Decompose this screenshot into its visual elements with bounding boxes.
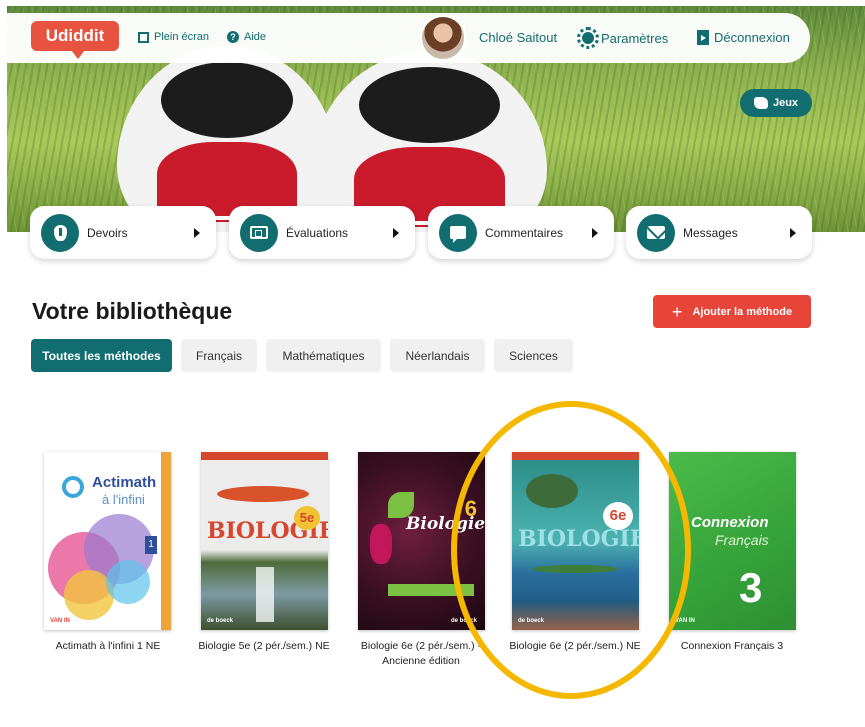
book-cover-biologie-6e-ne[interactable]: BIOLOGIE 6e de boeck [512,452,639,630]
book-cover-subtitle: à l'infini [102,492,145,507]
caret-right-icon [194,227,200,238]
book-cover-biologie-5e[interactable]: BIOLOGIE 5e de boeck [201,452,328,630]
book-title[interactable]: Biologie 6e (2 pér./sem.) NE [495,639,655,654]
tab-mathematiques[interactable]: Mathématiques [266,339,381,372]
book-cover-actimath[interactable]: Actimath à l'infini 1 VAN IN [44,452,171,630]
book-cover-subtitle: Français [715,532,769,548]
fullscreen-label: Plein écran [154,31,210,43]
nav-card-evaluations[interactable]: Évaluations [229,206,415,259]
book-title[interactable]: Actimath à l'infini 1 NE [28,639,188,654]
help-icon: ? [227,31,239,43]
help-label: Aide [244,31,267,43]
tab-neerlandais[interactable]: Néerlandais [390,339,485,372]
book-title[interactable]: Connexion Français 3 [652,639,812,654]
book-cover-number: 6 [464,496,477,521]
drop-icon [53,224,67,241]
tab-francais[interactable]: Français [181,339,257,372]
user-name[interactable]: Chloé Saitout [479,30,557,45]
user-avatar[interactable] [420,15,466,61]
settings-button[interactable]: Paramètres [577,27,669,49]
book-title[interactable]: Biologie 5e (2 pér./sem.) NE [184,639,344,654]
logout-icon [697,30,709,45]
puzzle-icon [753,97,768,109]
nav-card-label: Devoirs [87,225,128,240]
fullscreen-button[interactable]: Plein écran [138,31,209,43]
book-cover-title: BIOLOGIE [518,526,639,552]
book-cover-title: Connexion [691,514,769,531]
logout-button[interactable]: Déconnexion [697,30,790,45]
publisher-logo: de boeck [207,618,234,624]
board-icon [250,226,268,239]
udiddit-logo[interactable]: Udiddit [31,21,119,59]
tab-sciences[interactable]: Sciences [494,339,573,372]
add-method-button[interactable]: + Ajouter la méthode [653,295,811,328]
help-button[interactable]: ? Aide [227,31,266,43]
tab-all-methods[interactable]: Toutes les méthodes [31,339,172,372]
plus-icon: + [671,301,683,322]
games-button[interactable]: Jeux [740,89,812,117]
caret-right-icon [592,227,598,238]
publisher-logo: VAN IN [50,618,70,624]
book-cover-number: 1 [145,536,157,554]
publisher-logo: VAN IN [675,618,695,624]
settings-label: Paramètres [601,30,669,46]
book-cover-number: 3 [739,564,763,611]
nav-card-devoirs[interactable]: Devoirs [30,206,216,259]
book-cover-number: 6e [603,502,633,530]
top-bar: Udiddit Plein écran ? Aide Chloé Saitout… [7,13,810,63]
book-cover-title: Actimath [92,474,157,491]
book-title[interactable]: Biologie 6e (2 pér./sem.) - Ancienne édi… [341,639,501,668]
gear-icon [577,27,599,49]
library-title: Votre bibliothèque [32,298,233,324]
expand-icon [138,31,149,43]
add-method-label: Ajouter la méthode [692,305,793,318]
mail-icon [647,226,665,239]
book-cover-number: 5e [294,506,320,530]
nav-card-label: Messages [683,225,738,240]
nav-card-messages[interactable]: Messages [626,206,812,259]
games-label: Jeux [772,97,799,109]
book-cover-biologie-6e-old[interactable]: Biologie 6 de boeck [358,452,485,630]
publisher-logo: de boeck [518,618,545,624]
publisher-logo: de boeck [450,618,477,624]
caret-right-icon [393,227,399,238]
nav-card-commentaires[interactable]: Commentaires [428,206,614,259]
book-cover-connexion-francais[interactable]: Connexion Français 3 VAN IN [669,452,796,630]
nav-card-label: Commentaires [485,225,564,240]
chat-icon [450,226,466,243]
logout-label: Déconnexion [714,30,790,45]
caret-right-icon [790,227,796,238]
nav-card-label: Évaluations [286,225,349,240]
